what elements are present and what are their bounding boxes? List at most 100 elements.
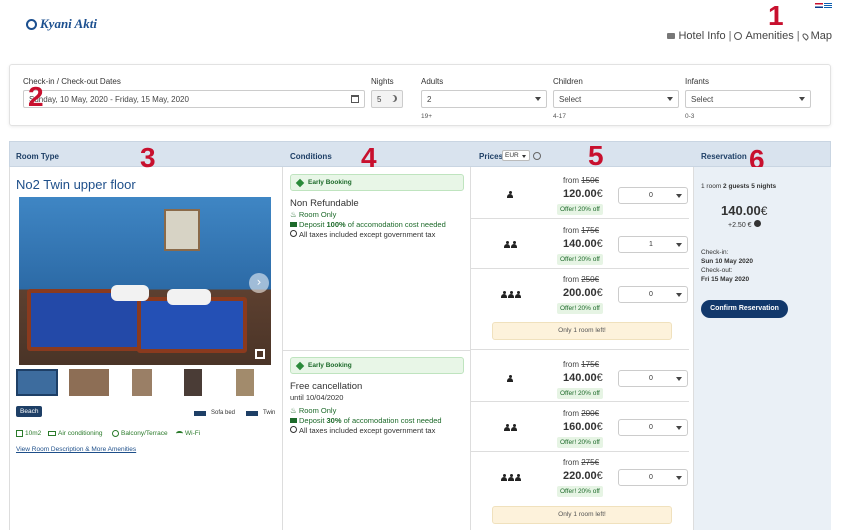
room-tag: Beach xyxy=(16,406,43,417)
old-price: from 275€ xyxy=(563,458,599,467)
info-icon[interactable] xyxy=(533,152,541,160)
discount-badge: Offer! 20% off xyxy=(557,254,603,265)
chevron-down-icon xyxy=(535,97,541,101)
children-select[interactable]: Select xyxy=(553,90,679,108)
currency-value: EUR xyxy=(505,152,519,159)
table-header: Room Type Conditions Prices EUR Reservat… xyxy=(9,141,831,167)
price-row: from 175€ 140.00€ Offer! 20% off 1 xyxy=(471,219,689,269)
card-icon xyxy=(290,222,297,227)
thumbnail-2[interactable] xyxy=(69,369,109,396)
old-price-prefix: from xyxy=(563,226,582,235)
nav-separator: | xyxy=(796,30,800,42)
moon-icon xyxy=(390,95,397,102)
annotation-5: 5 xyxy=(588,140,604,171)
room-quantity-select[interactable]: 1 xyxy=(618,236,688,253)
deposit-pre: Deposit xyxy=(299,416,327,425)
amenity-label: 10m2 xyxy=(25,430,42,437)
adults-select[interactable]: 2 xyxy=(421,90,547,108)
flag-en-icon[interactable] xyxy=(815,3,823,8)
area-icon xyxy=(16,430,23,437)
dates-field[interactable]: Sunday, 10 May, 2020 - Friday, 15 May, 2… xyxy=(23,90,365,108)
brand-logo[interactable]: Kyani Akti xyxy=(26,16,97,32)
hotel-icon xyxy=(667,33,676,39)
checkin-label: Check-in: xyxy=(701,249,729,256)
old-price-prefix: from xyxy=(563,458,582,467)
room-quantity-select[interactable]: 0 xyxy=(618,469,688,486)
thumbnail-3[interactable] xyxy=(132,369,152,396)
top-navigation: Hotel Info | Amenities | Map xyxy=(667,30,832,42)
checkin-value: Sun 10 May 2020 xyxy=(701,258,754,265)
discount-badge: Offer! 20% off xyxy=(557,388,603,399)
infants-age: 0-3 xyxy=(685,113,695,120)
early-booking-badge: Early Booking xyxy=(290,357,464,374)
amenity-ac: Air conditioning xyxy=(48,430,102,437)
old-price: from 250€ xyxy=(563,275,599,284)
info-icon xyxy=(734,32,743,40)
reservation-summary: 1 room 2 guests 5 nights xyxy=(701,183,776,190)
price-currency: € xyxy=(596,188,603,200)
discount-badge: Offer! 20% off xyxy=(557,303,603,314)
deposit-info: Deposit 30% of accomodation cost needed xyxy=(290,416,442,426)
currency-select[interactable]: EUR xyxy=(502,150,530,161)
chevron-down-icon xyxy=(676,293,682,297)
price-value: 220.00 xyxy=(563,470,597,482)
bed-right xyxy=(137,297,247,353)
room-details-link[interactable]: View Room Description & More Amenities xyxy=(16,446,136,453)
room-title[interactable]: No2 Twin upper floor xyxy=(16,177,136,192)
nav-hotel-info[interactable]: Hotel Info xyxy=(678,30,725,42)
old-price: from 175€ xyxy=(563,360,599,369)
chevron-down-icon xyxy=(522,155,526,158)
tax-value: +2.50 € xyxy=(728,222,752,229)
amenity-label: Balcony/Terrace xyxy=(121,430,168,437)
deposit-pre: Deposit xyxy=(299,220,327,229)
room-quantity-select[interactable]: 0 xyxy=(618,419,688,436)
tax-label: All taxes included except government tax xyxy=(299,230,436,239)
flag-gr-icon[interactable] xyxy=(824,3,832,8)
reservation-total: 140.00€ xyxy=(721,203,767,218)
quantity-value: 1 xyxy=(649,241,653,248)
price-value: 160.00 xyxy=(563,421,597,433)
balcony-icon xyxy=(112,430,119,437)
old-price-value: 175€ xyxy=(581,360,600,369)
nights-label: Nights xyxy=(371,77,394,86)
nav-amenities[interactable]: Amenities xyxy=(745,30,793,42)
room-quantity-select[interactable]: 0 xyxy=(618,187,688,204)
two-persons-icon xyxy=(504,424,517,431)
twin-bed-icon xyxy=(246,410,259,416)
chevron-down-icon xyxy=(799,97,805,101)
chevron-right-icon[interactable]: › xyxy=(249,273,269,293)
deposit-post: of accomodation cost needed xyxy=(345,220,446,229)
amenity-label: Wi-Fi xyxy=(185,430,201,437)
room-quantity-select[interactable]: 0 xyxy=(618,286,688,303)
old-price-prefix: from xyxy=(563,360,582,369)
room-photo[interactable]: › xyxy=(19,197,271,365)
infants-select[interactable]: Select xyxy=(685,90,811,108)
old-price: from 200€ xyxy=(563,409,599,418)
thumbnail-4[interactable] xyxy=(184,369,202,396)
old-price-prefix: from xyxy=(563,176,582,185)
availability-note: Only 1 room left! xyxy=(492,322,672,340)
bed-types: Sofa bed Twin xyxy=(194,410,275,416)
room-quantity-select[interactable]: 0 xyxy=(618,370,688,387)
price-currency: € xyxy=(596,372,603,384)
price-row: from 150€ 120.00€ Offer! 20% off 0 xyxy=(471,167,689,219)
tag-icon xyxy=(295,361,305,370)
price-value: 120.00 xyxy=(563,188,597,200)
thumbnail-5[interactable] xyxy=(236,369,254,396)
old-price-value: 275€ xyxy=(581,458,600,467)
tax-label: All taxes included except government tax xyxy=(299,426,436,435)
offer-name: Free cancellation xyxy=(290,381,363,392)
meal-label: Room Only xyxy=(298,210,337,219)
air-conditioning-icon xyxy=(48,431,56,436)
info-icon[interactable] xyxy=(753,220,761,227)
old-price-value: 175€ xyxy=(581,226,600,235)
thumbnail-1[interactable] xyxy=(16,369,58,396)
nav-map[interactable]: Map xyxy=(811,30,832,42)
language-flags[interactable] xyxy=(815,3,832,8)
cutlery-icon: ♨ xyxy=(290,210,299,219)
fullscreen-icon[interactable] xyxy=(255,349,265,359)
map-pin-icon xyxy=(800,31,810,41)
chevron-down-icon xyxy=(676,243,682,247)
confirm-reservation-button[interactable]: Confirm Reservation xyxy=(701,300,788,318)
current-price: 200.00€ xyxy=(563,287,603,299)
